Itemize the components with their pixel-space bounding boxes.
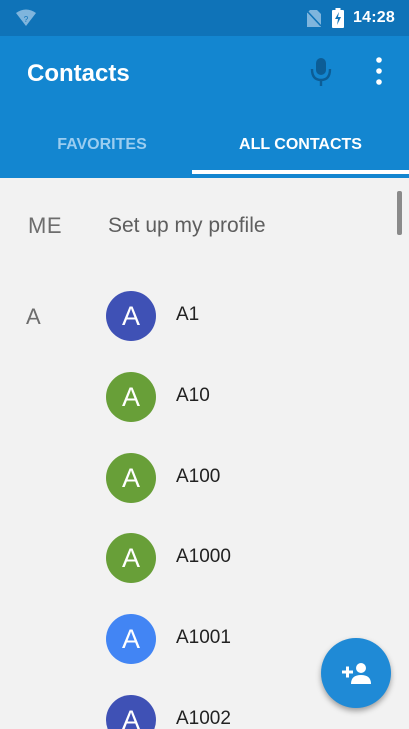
tab-favorites[interactable]: FAVORITES <box>0 123 204 177</box>
mic-icon <box>310 58 332 86</box>
contact-row[interactable]: A A1000 <box>0 533 409 613</box>
me-label: ME <box>28 213 62 238</box>
avatar: A <box>106 695 156 729</box>
contact-name: A1002 <box>176 708 231 729</box>
add-contact-icon <box>342 663 371 684</box>
avatar: A <box>106 291 156 341</box>
contact-name: A1001 <box>176 627 231 648</box>
clock: 14:28 <box>353 9 395 26</box>
contact-row[interactable]: A A1 <box>0 291 409 371</box>
contact-name: A1 <box>176 304 200 325</box>
scrollbar-thumb[interactable] <box>397 191 402 235</box>
contact-row[interactable]: A A10 <box>0 372 409 452</box>
setup-profile-item[interactable]: Set up my profile <box>108 214 266 238</box>
more-options-button[interactable] <box>366 54 392 90</box>
more-vert-icon <box>376 57 382 85</box>
avatar: A <box>106 533 156 583</box>
app-title: Contacts <box>27 60 130 87</box>
voice-search-button[interactable] <box>306 54 336 90</box>
status-bar: ? 14:28 <box>0 0 409 36</box>
contact-name: A100 <box>176 466 221 487</box>
avatar: A <box>106 372 156 422</box>
contact-row[interactable]: A A100 <box>0 453 409 533</box>
battery-charging-icon <box>332 8 344 28</box>
add-contact-button[interactable] <box>321 638 391 708</box>
app-bar: Contacts FAVORITES ALL CONTACTS <box>0 36 409 178</box>
contact-name: A10 <box>176 385 210 406</box>
tab-all-contacts[interactable]: ALL CONTACTS <box>192 123 409 177</box>
svg-text:?: ? <box>24 15 29 24</box>
contact-name: A1000 <box>176 546 231 567</box>
no-sim-icon <box>307 10 321 27</box>
avatar: A <box>106 614 156 664</box>
tab-indicator <box>192 170 409 174</box>
wifi-icon: ? <box>16 9 36 26</box>
avatar: A <box>106 453 156 503</box>
